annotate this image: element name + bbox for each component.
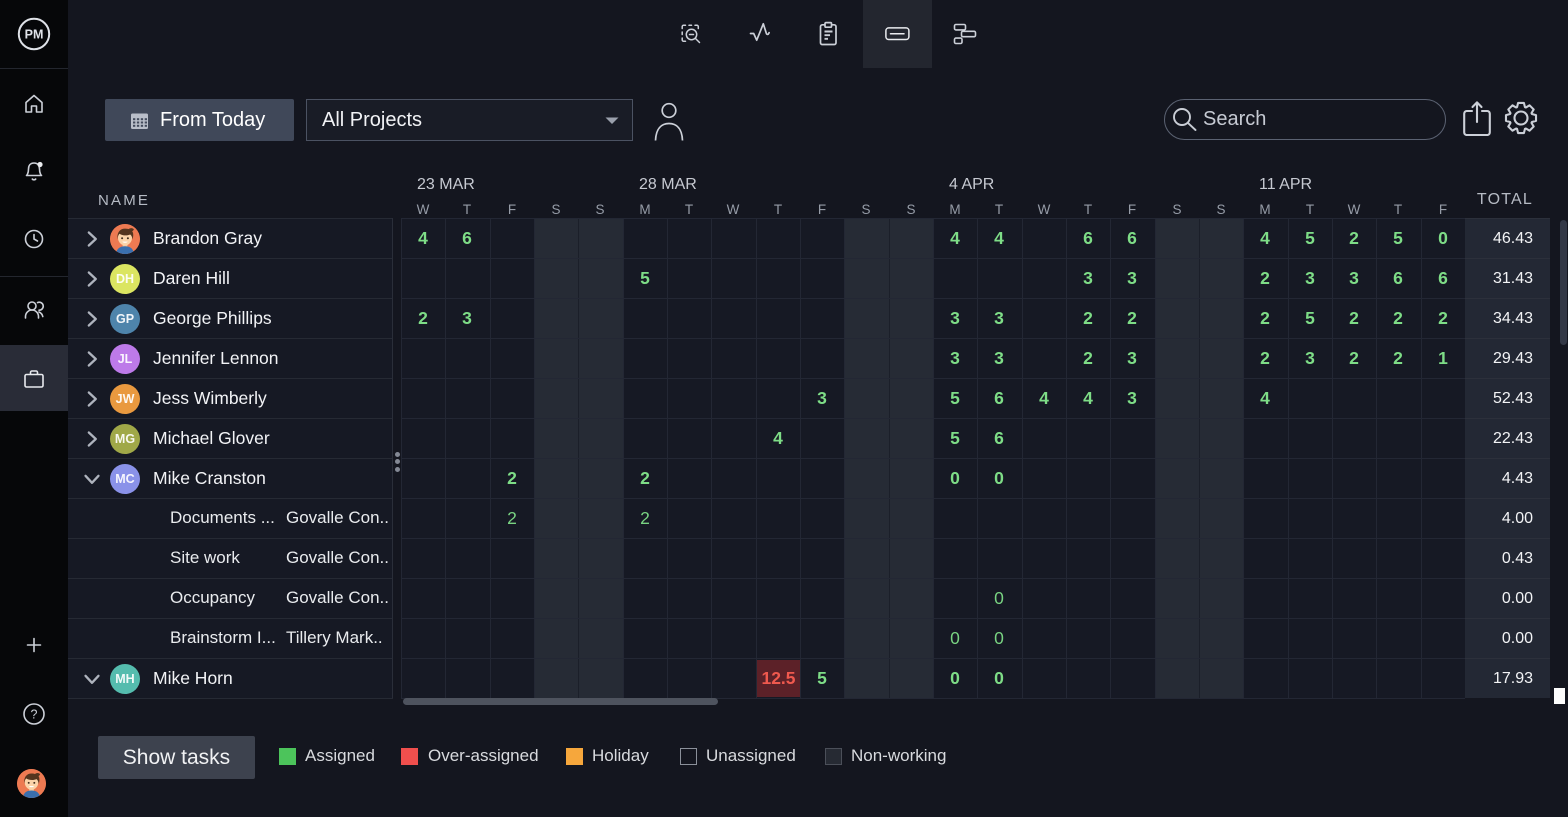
svg-text:PM: PM <box>25 28 44 42</box>
svg-text:?: ? <box>31 708 38 722</box>
